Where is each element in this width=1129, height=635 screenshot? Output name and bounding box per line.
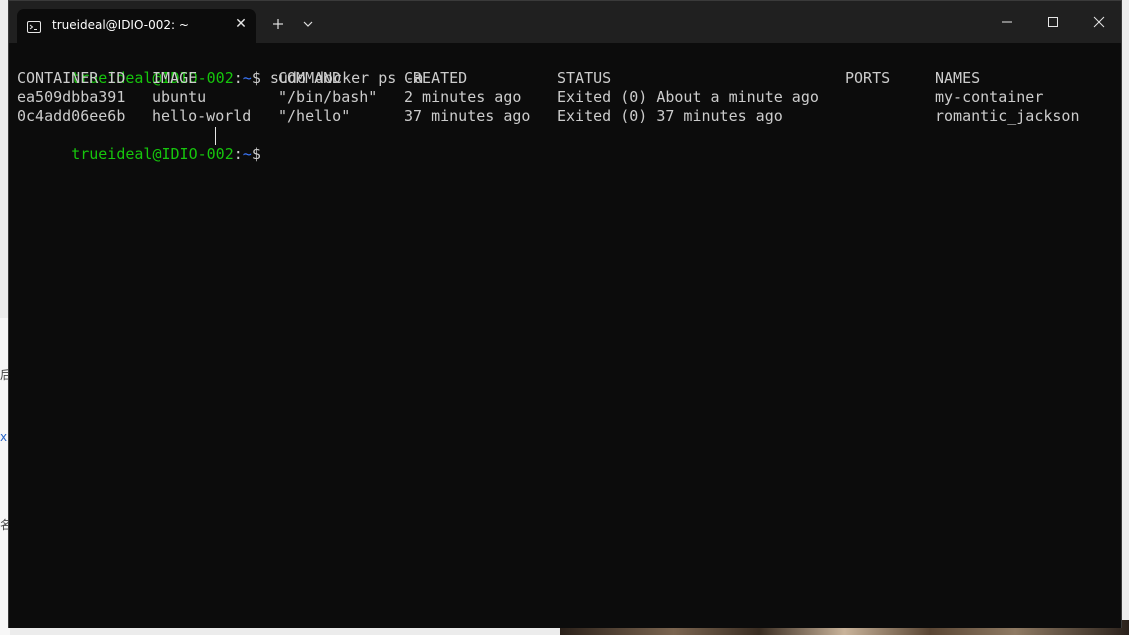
column-header-image: IMAGE (152, 69, 198, 87)
column-header-created: CREATED (404, 69, 468, 87)
maximize-button[interactable] (1030, 1, 1076, 43)
minimize-icon (1002, 21, 1012, 23)
container-image: hello-world (152, 107, 252, 125)
column-header-status: STATUS (557, 69, 612, 87)
column-header-container-id: CONTAINER ID (17, 69, 126, 87)
close-icon (1093, 16, 1105, 28)
close-tab-button[interactable]: ✕ (231, 14, 251, 34)
background-text-fragment: x (0, 430, 8, 444)
table-header: CONTAINER ID IMAGE COMMAND CREATED STATU… (17, 69, 1107, 88)
container-created: 37 minutes ago (404, 107, 531, 125)
terminal-icon (27, 18, 41, 33)
container-status: Exited (0) About a minute ago (557, 88, 819, 106)
maximize-icon (1048, 17, 1058, 27)
title-bar[interactable]: trueideal@IDIO-002: ~ ✕ (9, 1, 1121, 43)
prompt-path: ~ (242, 145, 252, 163)
current-prompt-line[interactable]: trueideal@IDIO-002:~$ (17, 126, 270, 163)
container-id: ea509dbba391 (17, 88, 126, 106)
container-id: 0c4add06ee6b (17, 107, 126, 125)
prompt-colon: : (233, 145, 243, 163)
tab-title: trueideal@IDIO-002: ~ (52, 18, 189, 32)
column-header-command: COMMAND (278, 69, 342, 87)
close-window-button[interactable] (1076, 1, 1122, 43)
tab-terminal[interactable]: trueideal@IDIO-002: ~ ✕ (17, 9, 256, 43)
column-header-names: NAMES (935, 69, 981, 87)
table-row: 0c4add06ee6b hello-world "/hello" 37 min… (17, 107, 1107, 126)
tab-dropdown-button[interactable] (295, 11, 321, 37)
prompt-symbol: $ (251, 145, 270, 163)
minimize-button[interactable] (984, 1, 1030, 43)
terminal-window: trueideal@IDIO-002: ~ ✕ trueideal@IDIO-0… (8, 0, 1122, 628)
container-status: Exited (0) 37 minutes ago (557, 107, 783, 125)
container-image: ubuntu (152, 88, 207, 106)
container-created: 2 minutes ago (404, 88, 522, 106)
terminal-output[interactable]: trueideal@IDIO-002:~$ sudo docker ps -a … (9, 43, 1121, 628)
column-header-ports: PORTS (845, 69, 891, 87)
chevron-down-icon (303, 21, 313, 27)
text-cursor (215, 127, 216, 145)
command-line: trueideal@IDIO-002:~$ sudo docker ps -a (17, 50, 423, 87)
container-name: romantic_jackson (935, 107, 1080, 125)
new-tab-button[interactable] (265, 11, 291, 37)
prompt-user-host: trueideal@IDIO-002 (71, 145, 234, 163)
plus-icon (273, 19, 283, 29)
table-row: ea509dbba391 ubuntu "/bin/bash" 2 minute… (17, 88, 1107, 107)
container-command: "/hello" (278, 107, 351, 125)
container-command: "/bin/bash" (278, 88, 378, 106)
container-name: my-container (935, 88, 1044, 106)
